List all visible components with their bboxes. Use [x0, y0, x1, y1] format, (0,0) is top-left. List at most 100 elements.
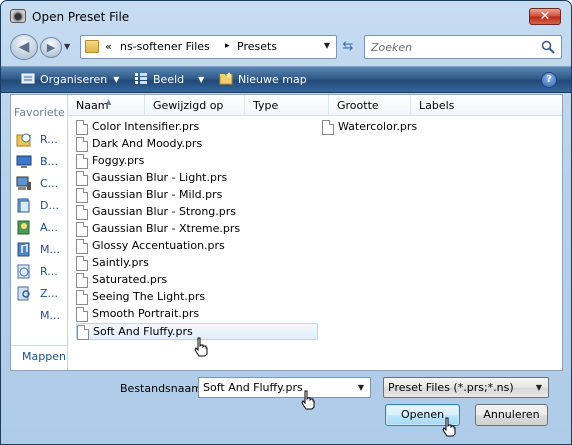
- sidebar-item-documents[interactable]: D...: [16, 197, 66, 215]
- breadcrumb-presets[interactable]: Presets: [237, 40, 277, 53]
- folders-toggle[interactable]: Mappen: [22, 350, 66, 363]
- search-box[interactable]: Zoeken: [364, 35, 562, 59]
- document-icon: [76, 222, 88, 237]
- camera-icon: [10, 9, 26, 23]
- sidebar-item-searches[interactable]: Z...: [16, 285, 66, 303]
- column-header-modified[interactable]: Gewijzigd op: [145, 95, 245, 116]
- file-list-item[interactable]: Foggy.prs: [76, 153, 318, 170]
- desktop-icon: [16, 155, 32, 168]
- file-list-item[interactable]: Gaussian Blur - Xtreme.prs: [76, 221, 318, 238]
- more-icon: M...: [40, 309, 60, 322]
- searches-icon: [17, 286, 30, 301]
- breadcrumb-overflow[interactable]: «: [105, 40, 112, 53]
- title-bar: Open Preset File ✕: [1, 1, 571, 31]
- file-list[interactable]: ▲ Naam Gewijzigd op Type Grootte Labels …: [68, 95, 562, 370]
- column-header-labels[interactable]: Labels: [411, 95, 562, 116]
- column-header-type[interactable]: Type: [245, 95, 329, 116]
- file-type-value: Preset Files (*.prs;*.ns): [388, 381, 514, 394]
- breadcrumb-separator-icon[interactable]: ▸: [225, 41, 230, 51]
- new-folder-button[interactable]: Nieuwe map: [219, 72, 307, 88]
- documents-icon: [17, 198, 30, 213]
- filename-combobox[interactable]: Soft And Fluffy.prs ▼: [198, 377, 371, 398]
- file-list-item[interactable]: Seeing The Light.prs: [76, 289, 318, 306]
- sidebar-item-computer[interactable]: C...: [16, 175, 66, 193]
- forward-button[interactable]: ▶: [40, 37, 62, 58]
- document-icon: [76, 120, 88, 135]
- new-folder-icon: [219, 72, 233, 85]
- address-bar[interactable]: « ns-softener Files ▸ Presets ▼: [80, 35, 337, 59]
- file-list-item[interactable]: Gaussian Blur - Light.prs: [76, 170, 318, 187]
- sidebar-item-recently-changed[interactable]: R...: [16, 263, 66, 281]
- document-icon: [76, 137, 88, 152]
- file-name: Saintly.prs: [92, 256, 149, 269]
- view-icon: [135, 73, 147, 84]
- file-list-item[interactable]: Gaussian Blur - Mild.prs: [76, 187, 318, 204]
- file-name: Gaussian Blur - Mild.prs: [92, 188, 223, 201]
- search-icon[interactable]: [541, 40, 555, 54]
- file-type-dropdown-icon[interactable]: ▼: [536, 383, 542, 392]
- file-name: Seeing The Light.prs: [92, 290, 206, 303]
- document-icon: [76, 307, 88, 322]
- file-list-item[interactable]: Saintly.prs: [76, 255, 318, 272]
- file-list-item[interactable]: Watercolor.prs: [322, 119, 472, 136]
- recent-places-icon: [16, 133, 31, 147]
- file-name: Color Intensifier.prs: [92, 120, 200, 133]
- document-icon: [76, 171, 88, 186]
- sidebar-item-music[interactable]: M...: [16, 241, 66, 259]
- file-list-item[interactable]: Color Intensifier.prs: [76, 119, 318, 136]
- sidebar-item-pictures[interactable]: A...: [16, 219, 66, 237]
- file-list-item[interactable]: Dark And Moody.prs: [76, 136, 318, 153]
- file-name: Gaussian Blur - Light.prs: [92, 171, 228, 184]
- computer-icon: [16, 176, 31, 190]
- file-name: Foggy.prs: [92, 154, 145, 167]
- hand-cursor-icon: [301, 390, 315, 410]
- navigation-pane: Favoriete R... B... C... D... A... M... …: [11, 95, 68, 370]
- organize-label: Organiseren: [40, 73, 108, 86]
- new-folder-label: Nieuwe map: [238, 73, 307, 86]
- file-list-item[interactable]: Smooth Portrait.prs: [76, 306, 318, 323]
- open-file-dialog: Open Preset File ✕ ◀ ▶ ▼ « ns-softener F…: [0, 0, 572, 445]
- organize-chevron-down-icon: ▼: [113, 75, 120, 84]
- file-type-filter[interactable]: Preset Files (*.prs;*.ns) ▼: [383, 377, 549, 398]
- column-header-name[interactable]: ▲ Naam: [68, 95, 145, 116]
- view-button[interactable]: Beeld ▼: [134, 72, 204, 88]
- address-dropdown-icon[interactable]: ▼: [324, 41, 330, 50]
- search-placeholder[interactable]: Zoeken: [371, 41, 412, 54]
- sidebar-item-desktop[interactable]: B...: [16, 153, 66, 171]
- organize-icon: [21, 73, 35, 84]
- document-icon: [77, 325, 89, 340]
- document-icon: [76, 205, 88, 220]
- hand-cursor-icon: [442, 417, 456, 437]
- document-icon: [322, 120, 334, 135]
- close-button[interactable]: ✕: [529, 8, 561, 25]
- help-icon[interactable]: ?: [541, 72, 557, 88]
- folder-icon: [85, 40, 99, 53]
- file-name: Smooth Portrait.prs: [92, 307, 200, 320]
- file-list-item[interactable]: Saturated.prs: [76, 272, 318, 289]
- back-button[interactable]: ◀: [10, 34, 38, 60]
- file-name: Gaussian Blur - Strong.prs: [92, 205, 237, 218]
- filename-dropdown-icon[interactable]: ▼: [358, 383, 364, 392]
- cancel-button[interactable]: Annuleren: [475, 404, 548, 426]
- sidebar-item-more[interactable]: M...: [16, 307, 66, 325]
- file-name: Dark And Moody.prs: [92, 137, 203, 150]
- column-headers: ▲ Naam Gewijzigd op Type Grootte Labels: [68, 95, 562, 116]
- filename-input[interactable]: Soft And Fluffy.prs: [203, 381, 303, 394]
- window-title: Open Preset File: [32, 10, 130, 24]
- navigation-bar: ◀ ▶ ▼ « ns-softener Files ▸ Presets ▼ ⇆ …: [1, 31, 571, 63]
- file-name: Saturated.prs: [92, 273, 168, 286]
- pictures-icon: [17, 220, 30, 235]
- file-list-item[interactable]: Glossy Accentuation.prs: [76, 238, 318, 255]
- document-icon: [76, 290, 88, 305]
- column-header-size[interactable]: Grootte: [329, 95, 411, 116]
- recent-pages-chevron-down-icon[interactable]: ▼: [64, 42, 70, 51]
- document-icon: [76, 154, 88, 169]
- organize-button[interactable]: Organiseren ▼: [21, 72, 119, 88]
- file-name: Watercolor.prs: [338, 120, 418, 133]
- breadcrumb-ns-softener-files[interactable]: ns-softener Files: [120, 40, 210, 53]
- refresh-icon[interactable]: ⇆: [338, 37, 358, 57]
- dialog-content: Favoriete R... B... C... D... A... M... …: [10, 94, 563, 371]
- sidebar-item-recent-places[interactable]: R...: [16, 131, 66, 149]
- file-list-item[interactable]: Gaussian Blur - Strong.prs: [76, 204, 318, 221]
- document-icon: [76, 239, 88, 254]
